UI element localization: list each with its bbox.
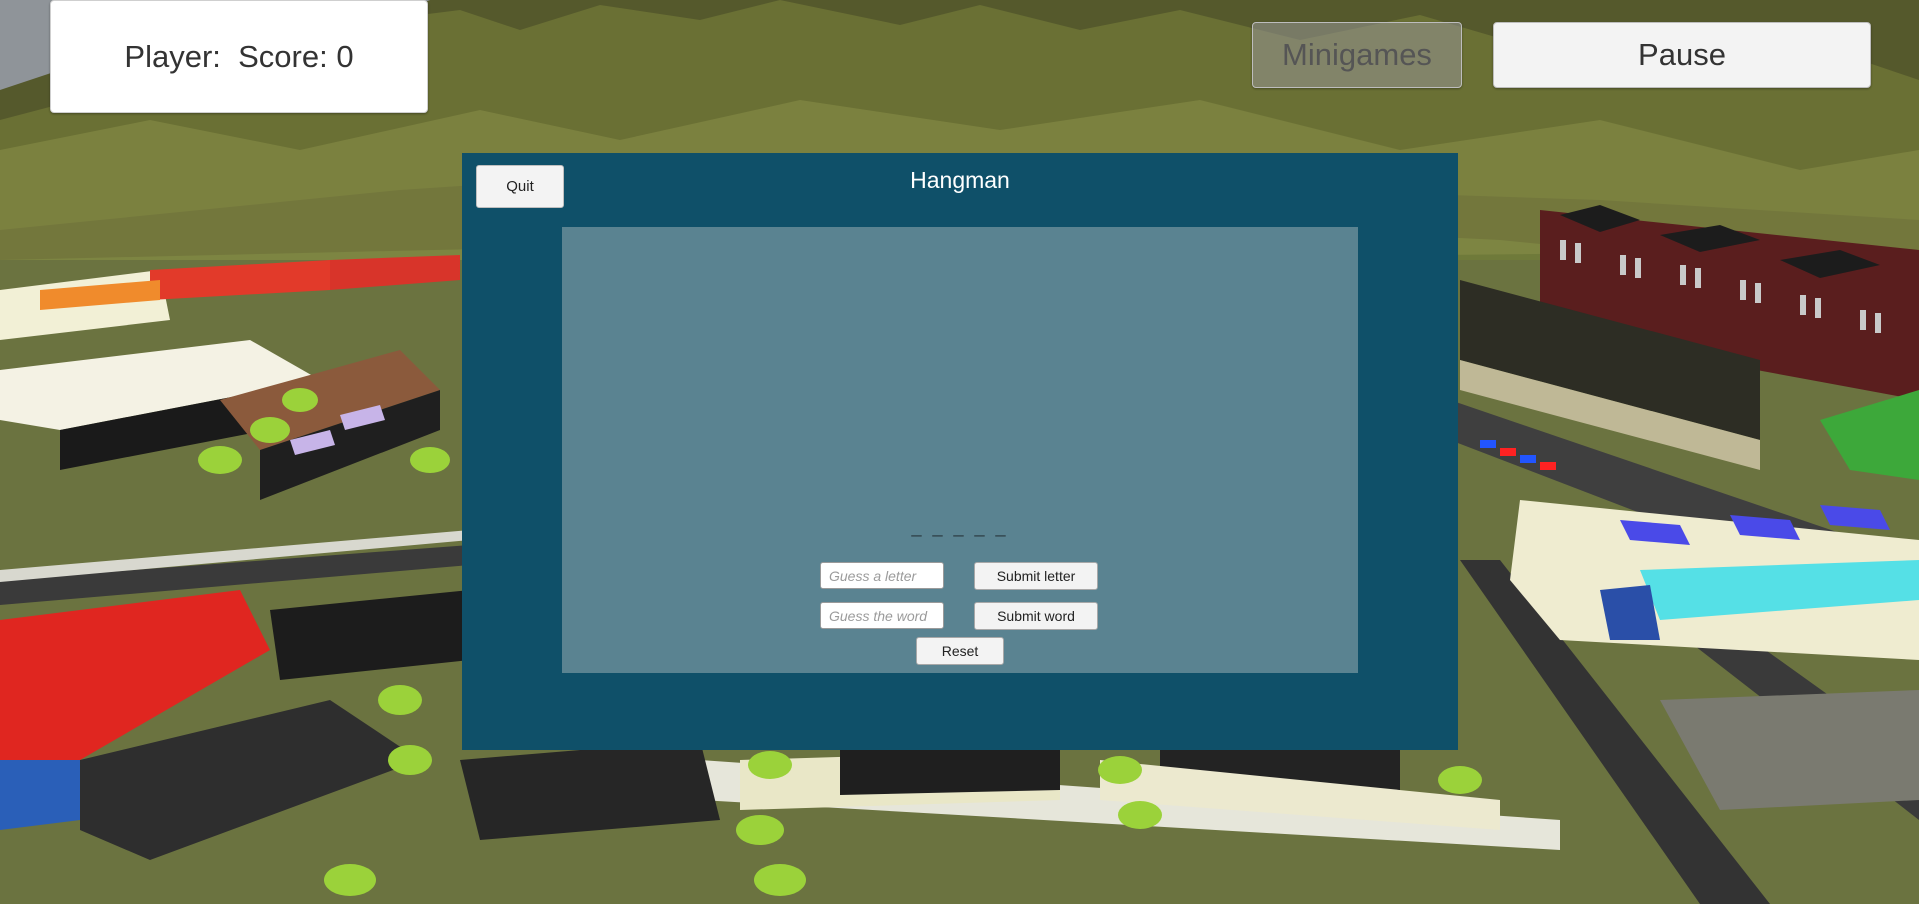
- word-blanks: _ _ _ _ _: [911, 517, 1009, 537]
- minigames-button[interactable]: Minigames: [1252, 22, 1462, 88]
- submit-word-button[interactable]: Submit word: [974, 602, 1098, 630]
- pause-button[interactable]: Pause: [1493, 22, 1871, 88]
- submit-letter-button[interactable]: Submit letter: [974, 562, 1098, 590]
- score-text: Score: 0: [238, 38, 354, 74]
- score-panel: Player: Score: 0: [50, 0, 428, 113]
- reset-button[interactable]: Reset: [916, 637, 1004, 665]
- hangman-window: Quit Hangman _ _ _ _ _ Submit letter Sub…: [462, 153, 1458, 750]
- player-label: Player:: [124, 38, 221, 74]
- hangman-title: Hangman: [910, 167, 1010, 193]
- guess-word-input[interactable]: [820, 602, 944, 629]
- guess-letter-input[interactable]: [820, 562, 944, 589]
- hangman-game-area: _ _ _ _ _ Submit letter Submit word Rese…: [562, 227, 1358, 673]
